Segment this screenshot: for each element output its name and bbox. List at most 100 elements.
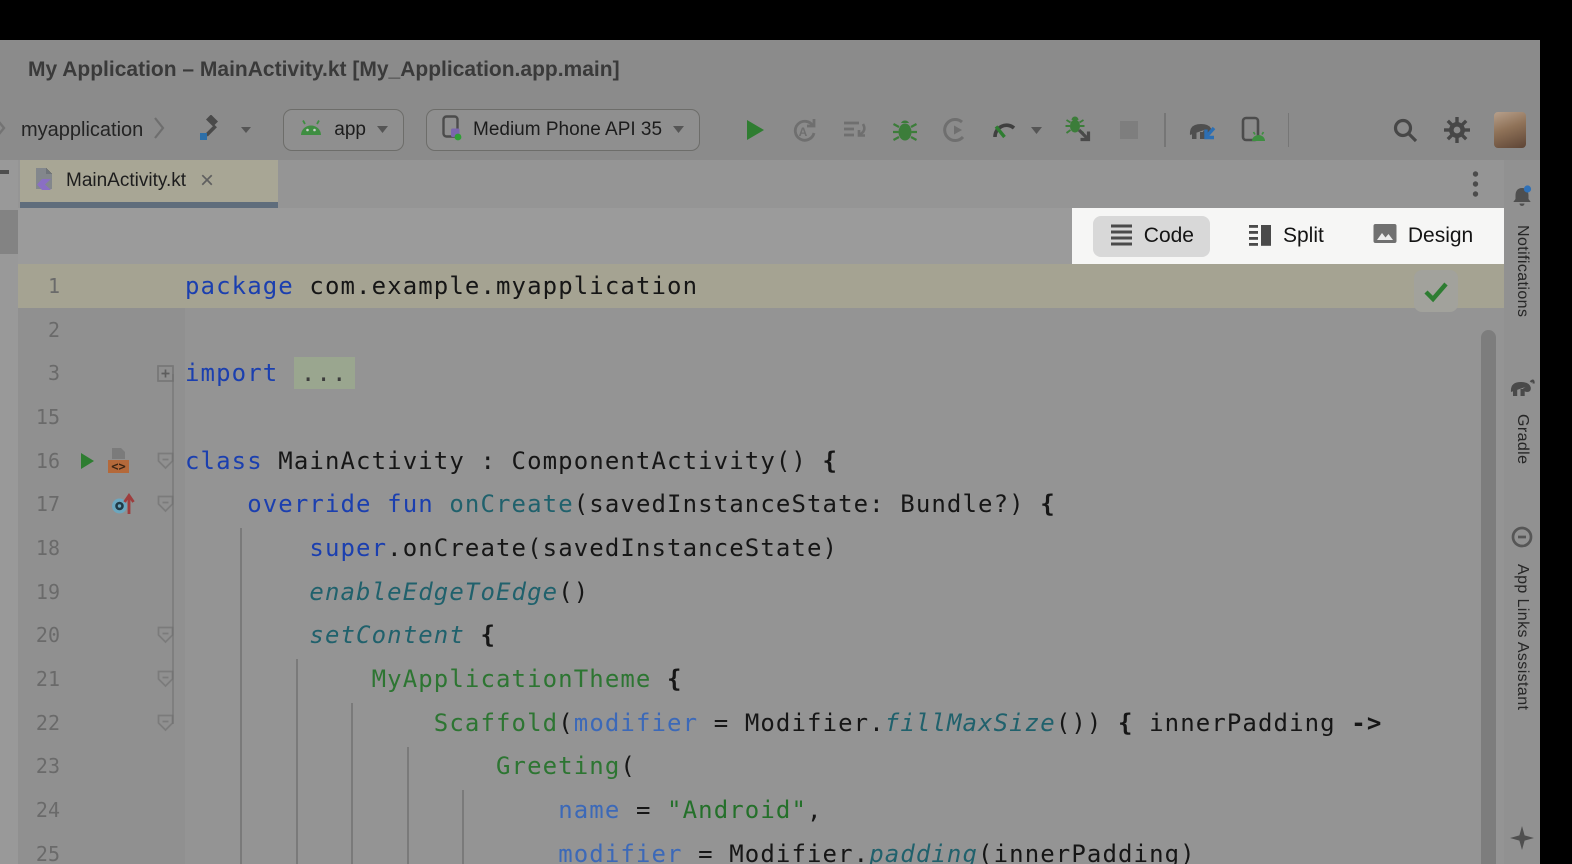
code-line-text[interactable]: setContent {	[185, 621, 496, 649]
editor-scrollbar[interactable]	[1481, 330, 1496, 864]
code-line-text[interactable]: super.onCreate(savedInstanceState)	[185, 534, 838, 562]
gemini-sparkle-icon[interactable]	[1509, 825, 1535, 856]
indent-guide	[407, 747, 409, 864]
view-mode-split-button[interactable]: Split	[1238, 216, 1334, 257]
view-mode-code-button[interactable]: Code	[1093, 216, 1210, 257]
attach-debugger-icon[interactable]	[1064, 110, 1094, 150]
code-line[interactable]: 1 package com.example.myapplication	[18, 264, 1504, 308]
code-line[interactable]: 17 override fun onCreate(savedInstanceSt…	[18, 482, 1504, 526]
run-configuration-label: app	[334, 119, 366, 141]
code-line[interactable]: 15	[18, 395, 1504, 439]
build-dropdown-caret-icon[interactable]	[231, 110, 261, 150]
view-mode-design-button[interactable]: Design	[1362, 216, 1483, 257]
kebab-menu-icon[interactable]	[1471, 169, 1480, 205]
chevron-down-icon	[376, 121, 389, 139]
run-icon[interactable]	[740, 110, 770, 150]
fold-marker-open-icon[interactable]	[146, 714, 185, 732]
stripe-label: Gradle	[1513, 414, 1531, 464]
indent-guide	[462, 790, 464, 864]
breadcrumb-chevron-icon	[153, 116, 165, 145]
code-editor[interactable]: 1package com.example.myapplication23impo…	[18, 264, 1504, 864]
code-line[interactable]: 16<>class MainActivity : ComponentActivi…	[18, 439, 1504, 483]
tab-mainactivity[interactable]: MainActivity.kt ×	[20, 160, 278, 208]
stop-icon[interactable]	[1114, 110, 1144, 150]
apply-code-changes-icon[interactable]	[840, 110, 870, 150]
stripe-item-app-links-assistant[interactable]: App Links Assistant	[1510, 525, 1534, 710]
screenshot-frame: My Application – MainActivity.kt [My_App…	[0, 0, 1572, 864]
line-number: 17	[18, 492, 60, 516]
fold-marker-open-icon[interactable]	[146, 670, 185, 688]
svg-text:<>: <>	[111, 459, 125, 473]
line-number: 19	[18, 580, 60, 604]
close-icon[interactable]: ×	[200, 169, 214, 193]
code-line-text[interactable]: package com.example.myapplication	[185, 272, 698, 300]
fold-marker-open-icon[interactable]	[146, 495, 185, 513]
design-view-icon	[1372, 221, 1398, 252]
user-avatar[interactable]	[1494, 112, 1526, 148]
breadcrumb-chevron-fragment-icon	[0, 115, 7, 146]
code-line-text[interactable]: MyApplicationTheme {	[185, 665, 683, 693]
split-view-icon	[1248, 221, 1273, 252]
line-number: 1	[18, 274, 60, 298]
indent-guide	[296, 659, 298, 864]
gutter-icons	[60, 490, 146, 518]
code-line-text[interactable]: name = "Android",	[185, 796, 823, 824]
code-line-text[interactable]: Scaffold(modifier = Modifier.fillMaxSize…	[185, 709, 1382, 737]
line-number: 21	[18, 667, 60, 691]
stripe-label: App Links Assistant	[1513, 564, 1531, 710]
debug-icon[interactable]	[890, 110, 920, 150]
fold-marker-open-icon[interactable]	[146, 452, 185, 470]
left-tool-window-stripe[interactable]	[0, 160, 18, 864]
view-mode-label: Split	[1283, 224, 1324, 248]
android-head-icon	[298, 119, 324, 141]
code-line[interactable]: 3import ...	[18, 351, 1504, 395]
tool-window-icon-fragment	[0, 170, 9, 174]
tool-window-button-fragment[interactable]	[0, 210, 18, 254]
app-links-icon	[1510, 525, 1534, 554]
line-number: 18	[18, 536, 60, 560]
gutter-spacer-icon[interactable]	[77, 503, 103, 505]
window-title: My Application – MainActivity.kt [My_App…	[0, 40, 1540, 100]
stripe-item-gradle[interactable]: Gradle	[1508, 375, 1536, 464]
svg-text:A: A	[799, 125, 808, 139]
code-line-text[interactable]: modifier = Modifier.padding(innerPadding…	[185, 840, 1196, 864]
stripe-label: Notifications	[1513, 225, 1531, 317]
apply-changes-restart-icon[interactable]: A	[790, 110, 820, 150]
project-breadcrumb[interactable]: myapplication	[21, 119, 143, 142]
main-toolbar: myapplication app	[0, 100, 1540, 160]
device-selector[interactable]: Medium Phone API 35	[426, 109, 700, 151]
code-line-text[interactable]: override fun onCreate(savedInstanceState…	[185, 490, 1056, 518]
profiler-icon[interactable]	[940, 110, 970, 150]
run-configuration-selector[interactable]: app	[283, 109, 404, 151]
line-number: 2	[18, 318, 60, 342]
line-number: 15	[18, 405, 60, 429]
view-mode-switcher: Code Split Design	[1072, 208, 1504, 264]
inspections-ok-checkmark[interactable]	[1414, 270, 1458, 312]
code-view-icon	[1109, 221, 1134, 252]
view-mode-label: Design	[1408, 224, 1473, 248]
line-number: 20	[18, 623, 60, 647]
fold-marker-open-icon[interactable]	[146, 626, 185, 644]
stripe-item-notifications[interactable]: Notifications	[1509, 184, 1535, 317]
code-line-text[interactable]: class MainActivity : ComponentActivity()…	[185, 447, 838, 475]
code-line-text[interactable]: enableEdgeToEdge()	[185, 578, 589, 606]
code-line-text[interactable]: import ...	[185, 359, 355, 387]
line-number: 23	[18, 754, 60, 778]
line-number: 25	[18, 842, 60, 864]
hammer-build-icon[interactable]	[195, 110, 225, 150]
code-line-text[interactable]: Greeting(	[185, 752, 636, 780]
fold-marker-plus-icon[interactable]	[146, 365, 185, 382]
code-line[interactable]: 2	[18, 308, 1504, 352]
kotlin-file-icon	[32, 165, 56, 197]
profile-low-overhead-icon[interactable]	[990, 110, 1020, 150]
settings-gear-icon[interactable]	[1442, 110, 1472, 150]
search-icon[interactable]	[1390, 110, 1420, 150]
compose-source-icon[interactable]: <>	[104, 447, 132, 475]
run-gutter-icon[interactable]	[77, 450, 97, 472]
sync-gradle-icon[interactable]	[1186, 110, 1218, 150]
chevron-down-icon[interactable]	[1028, 110, 1044, 150]
gradle-elephant-icon	[1508, 375, 1536, 404]
editor-view-mode-bar: Code Split Design	[18, 208, 1504, 264]
device-manager-icon[interactable]	[1238, 110, 1268, 150]
overrides-method-icon[interactable]	[110, 490, 136, 518]
